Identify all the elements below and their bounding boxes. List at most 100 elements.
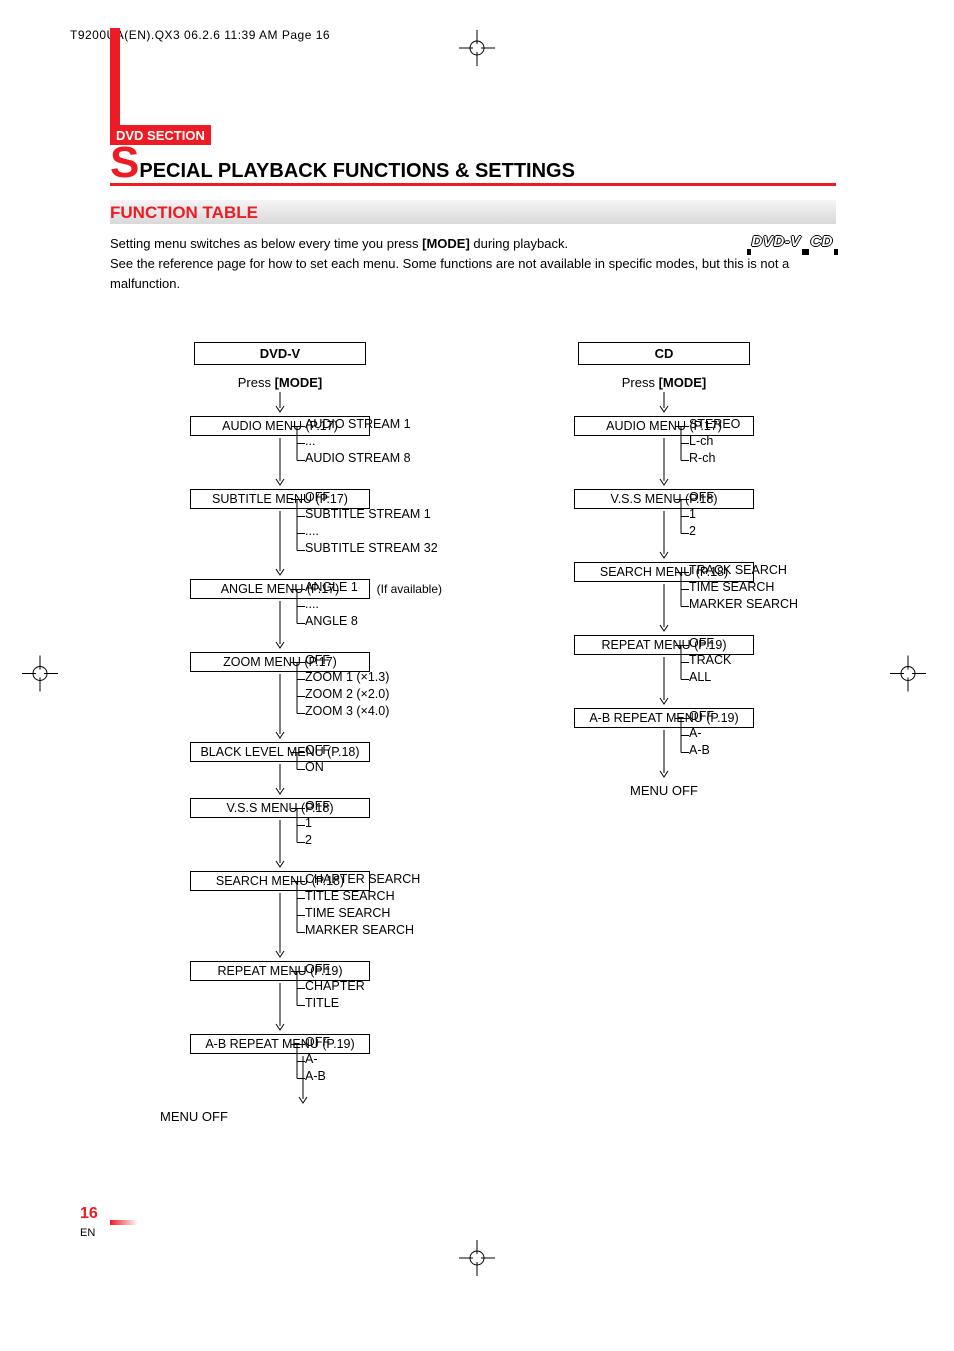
option-item: 2	[305, 832, 330, 849]
menu-box-cd-1: V.S.S MENU (P.18)	[574, 489, 754, 509]
menu-row: AUDIO MENU (P.17)STEREOL-chR-ch	[494, 416, 834, 436]
option-item: ZOOM 2 (×2.0)	[305, 686, 389, 703]
option-item: 1	[689, 506, 714, 523]
option-item: OFF	[305, 652, 389, 669]
flow-col-dvdv: DVD-V Press [MODE] AUDIO MENU (P.17)AUDI…	[110, 342, 450, 1124]
menu-row: AUDIO MENU (P.17)AUDIO STREAM 1...AUDIO …	[110, 416, 450, 436]
menu-row: A-B REPEAT MENU (P.19)OFFA-A-B	[494, 708, 834, 728]
option-item: ANGLE 8	[305, 613, 358, 630]
option-item: ....	[305, 523, 438, 540]
flow-arrow	[190, 392, 370, 414]
crop-mark-right	[890, 655, 926, 696]
crop-mark-bottom	[459, 1240, 495, 1281]
menu-row: A-B REPEAT MENU (P.19)OFFA-A-B	[110, 1034, 450, 1054]
badge-dvdv: DVD-V	[749, 230, 804, 253]
option-item: OFF	[689, 708, 714, 725]
option-item: TIME SEARCH	[305, 905, 420, 922]
option-item: TRACK	[689, 652, 731, 669]
option-item: STEREO	[689, 416, 740, 433]
option-item: ANGLE 1	[305, 579, 358, 596]
option-item: OFF	[689, 489, 714, 506]
option-item: OFF	[305, 489, 438, 506]
menu-row: V.S.S MENU (P.18)OFF12	[110, 798, 450, 818]
intro-line1a: Setting menu switches as below every tim…	[110, 236, 422, 251]
intro-text: DVD-V CD Setting menu switches as below …	[110, 234, 836, 294]
crop-mark-left	[22, 655, 58, 696]
intro-mode: [MODE]	[422, 236, 470, 251]
flow-arrow	[190, 820, 370, 869]
menu-box-dvdv-5: V.S.S MENU (P.18)	[190, 798, 370, 818]
menu-row: ANGLE MENU (P.17)(If available)ANGLE 1..…	[110, 579, 450, 599]
option-item: SUBTITLE STREAM 1	[305, 506, 438, 523]
menu-box-dvdv-4: BLACK LEVEL MENU (P.18)	[190, 742, 370, 762]
menu-options: OFFA-A-B	[305, 1034, 330, 1085]
option-item: MARKER SEARCH	[305, 922, 420, 939]
menu-note: (If available)	[377, 582, 442, 596]
option-item: A-B	[305, 1068, 330, 1085]
intro-line2: See the reference page for how to set ea…	[110, 256, 789, 291]
page-number-accent	[110, 1220, 138, 1225]
menu-options: OFFTRACKALL	[689, 635, 731, 686]
option-item: ZOOM 1 (×1.3)	[305, 669, 389, 686]
menu-row: SEARCH MENU (P.18)TRACK SEARCHTIME SEARC…	[494, 562, 834, 582]
page-number: 16 EN	[80, 1205, 98, 1241]
option-item: ALL	[689, 669, 731, 686]
intro-line1b: during playback.	[470, 236, 568, 251]
menu-row: SEARCH MENU (P.18)CHAPTER SEARCHTITLE SE…	[110, 871, 450, 891]
option-item: CHAPTER SEARCH	[305, 871, 420, 888]
option-item: TRACK SEARCH	[689, 562, 798, 579]
option-item: CHAPTER	[305, 978, 365, 995]
option-item: ...	[305, 433, 411, 450]
option-item: AUDIO STREAM 1	[305, 416, 411, 433]
menu-row: SUBTITLE MENU (P.17)OFFSUBTITLE STREAM 1…	[110, 489, 450, 509]
option-item: OFF	[305, 1034, 330, 1051]
option-item: ZOOM 3 (×4.0)	[305, 703, 389, 720]
menu-options: OFF12	[689, 489, 714, 540]
press-mode-cd: Press [MODE]	[574, 375, 754, 390]
flow-arrow	[574, 392, 754, 414]
flow-arrow	[574, 730, 754, 779]
menu-options: OFFCHAPTERTITLE	[305, 961, 365, 1012]
menu-options: OFFZOOM 1 (×1.3)ZOOM 2 (×2.0)ZOOM 3 (×4.…	[305, 652, 389, 720]
flow-header-cd: CD	[578, 342, 750, 365]
menu-options: OFFSUBTITLE STREAM 1....SUBTITLE STREAM …	[305, 489, 438, 557]
menu-off-cd: MENU OFF	[574, 783, 754, 798]
option-item: 2	[689, 523, 714, 540]
option-item: L-ch	[689, 433, 740, 450]
flow-header-dvdv: DVD-V	[194, 342, 366, 365]
option-item: A-	[689, 725, 714, 742]
menu-options: CHAPTER SEARCHTITLE SEARCHTIME SEARCHMAR…	[305, 871, 420, 939]
menu-off-dvdv: MENU OFF	[160, 1109, 450, 1124]
menu-options: AUDIO STREAM 1...AUDIO STREAM 8	[305, 416, 411, 467]
menu-row: V.S.S MENU (P.18)OFF12	[494, 489, 834, 509]
option-item: 1	[305, 815, 330, 832]
menu-box-dvdv-8: A-B REPEAT MENU (P.19)	[190, 1034, 370, 1054]
option-item: OFF	[305, 961, 365, 978]
page-number-value: 16	[80, 1205, 98, 1222]
badge-cd: CD	[807, 230, 836, 253]
option-item: TITLE	[305, 995, 365, 1012]
option-item: AUDIO STREAM 8	[305, 450, 411, 467]
page-number-lang: EN	[80, 1227, 95, 1239]
option-item: R-ch	[689, 450, 740, 467]
option-item: SUBTITLE STREAM 32	[305, 540, 438, 557]
flow-col-cd: CD Press [MODE] AUDIO MENU (P.17)STEREOL…	[494, 342, 834, 1124]
option-item: TITLE SEARCH	[305, 888, 420, 905]
menu-row: BLACK LEVEL MENU (P.18)OFFON	[110, 742, 450, 762]
menu-options: ANGLE 1....ANGLE 8	[305, 579, 358, 630]
flow-arrow	[574, 511, 754, 560]
menu-box-cd-4: A-B REPEAT MENU (P.19)	[574, 708, 754, 728]
option-item: A-B	[689, 742, 714, 759]
title-text: PECIAL PLAYBACK FUNCTIONS & SETTINGS	[139, 160, 575, 182]
page-title: SPECIAL PLAYBACK FUNCTIONS & SETTINGS	[110, 145, 836, 186]
option-item: OFF	[689, 635, 731, 652]
menu-options: OFF12	[305, 798, 330, 849]
menu-options: STEREOL-chR-ch	[689, 416, 740, 467]
menu-options: TRACK SEARCHTIME SEARCHMARKER SEARCH	[689, 562, 798, 613]
option-item: A-	[305, 1051, 330, 1068]
option-item: OFF	[305, 742, 330, 759]
press-mode-dvdv: Press [MODE]	[190, 375, 370, 390]
crop-mark-top	[459, 30, 495, 71]
subtitle: FUNCTION TABLE	[110, 200, 836, 224]
margin-red-bar	[110, 28, 120, 138]
